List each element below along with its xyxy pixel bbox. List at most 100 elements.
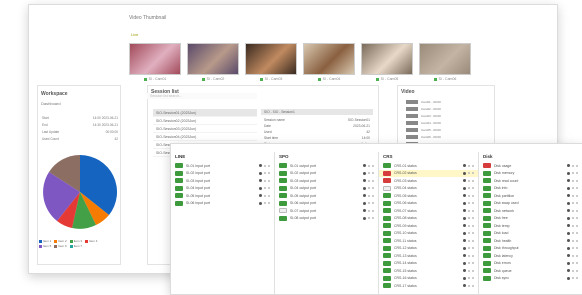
- dot-icon[interactable]: [372, 209, 374, 212]
- thumbnail-image[interactable]: [187, 43, 239, 75]
- row-controls[interactable]: [363, 194, 374, 198]
- dot-icon[interactable]: [268, 172, 270, 175]
- row-controls[interactable]: [259, 186, 270, 190]
- dot-icon[interactable]: [264, 179, 266, 182]
- power-icon[interactable]: [363, 179, 366, 183]
- power-icon[interactable]: [363, 164, 366, 168]
- row-controls[interactable]: [463, 171, 474, 175]
- status-row[interactable]: CRS-02 status: [379, 169, 478, 177]
- dot-icon[interactable]: [468, 179, 470, 182]
- power-icon[interactable]: [567, 261, 570, 265]
- row-controls[interactable]: [567, 209, 578, 213]
- power-icon[interactable]: [363, 186, 366, 190]
- dot-icon[interactable]: [468, 202, 470, 205]
- dot-icon[interactable]: [268, 202, 270, 205]
- power-icon[interactable]: [567, 276, 570, 280]
- power-icon[interactable]: [567, 194, 570, 198]
- dot-icon[interactable]: [472, 172, 474, 175]
- power-icon[interactable]: [363, 201, 366, 205]
- dot-icon[interactable]: [372, 172, 374, 175]
- thumbnail-image[interactable]: [245, 43, 297, 75]
- dot-icon[interactable]: [368, 209, 370, 212]
- status-row[interactable]: SI-06 output port: [275, 200, 378, 208]
- power-icon[interactable]: [463, 201, 466, 205]
- row-controls[interactable]: [363, 209, 374, 213]
- dot-icon[interactable]: [472, 269, 474, 272]
- dot-icon[interactable]: [468, 164, 470, 167]
- dot-icon[interactable]: [372, 164, 374, 167]
- row-controls[interactable]: [567, 231, 578, 235]
- power-icon[interactable]: [567, 224, 570, 228]
- status-row[interactable]: CRS-08 status: [379, 215, 478, 223]
- row-controls[interactable]: [567, 179, 578, 183]
- row-controls[interactable]: [463, 209, 474, 213]
- dot-icon[interactable]: [572, 262, 574, 265]
- power-icon[interactable]: [463, 194, 466, 198]
- dot-icon[interactable]: [372, 194, 374, 197]
- thumbnail-item[interactable]: SI - Cam02: [187, 43, 239, 81]
- dot-icon[interactable]: [472, 202, 474, 205]
- power-icon[interactable]: [363, 171, 366, 175]
- row-controls[interactable]: [363, 201, 374, 205]
- session-list-item[interactable]: SIO-Session02 (2023Jun): [153, 117, 257, 125]
- row-controls[interactable]: [463, 231, 474, 235]
- dot-icon[interactable]: [572, 232, 574, 235]
- power-icon[interactable]: [259, 201, 262, 205]
- thumbnail-image[interactable]: [361, 43, 413, 75]
- power-icon[interactable]: [567, 209, 570, 213]
- dot-icon[interactable]: [468, 209, 470, 212]
- row-controls[interactable]: [567, 261, 578, 265]
- row-controls[interactable]: [363, 171, 374, 175]
- dot-icon[interactable]: [572, 269, 574, 272]
- dot-icon[interactable]: [468, 284, 470, 287]
- dot-icon[interactable]: [472, 164, 474, 167]
- row-controls[interactable]: [463, 284, 474, 288]
- power-icon[interactable]: [463, 224, 466, 228]
- dot-icon[interactable]: [576, 179, 578, 182]
- status-row[interactable]: CRS-04 status: [379, 185, 478, 193]
- row-controls[interactable]: [463, 239, 474, 243]
- row-controls[interactable]: [567, 194, 578, 198]
- status-row[interactable]: Disk latency: [479, 252, 582, 260]
- dot-icon[interactable]: [472, 217, 474, 220]
- row-controls[interactable]: [567, 254, 578, 258]
- status-row[interactable]: SI-08 output port: [275, 215, 378, 223]
- video-list-item[interactable]: Cam05 - 00:00: [398, 126, 494, 133]
- dot-icon[interactable]: [576, 269, 578, 272]
- power-icon[interactable]: [259, 164, 262, 168]
- row-controls[interactable]: [363, 164, 374, 168]
- video-list-item[interactable]: Cam06 - 00:00: [398, 133, 494, 140]
- dot-icon[interactable]: [472, 232, 474, 235]
- dot-icon[interactable]: [576, 202, 578, 205]
- power-icon[interactable]: [363, 216, 366, 220]
- row-controls[interactable]: [567, 246, 578, 250]
- dot-icon[interactable]: [468, 269, 470, 272]
- dot-icon[interactable]: [572, 277, 574, 280]
- status-row[interactable]: CRS-12 status: [379, 245, 478, 253]
- thumbnail-item[interactable]: SI - Cam03: [245, 43, 297, 81]
- video-list-item[interactable]: Cam02 - 00:00: [398, 105, 494, 112]
- session-list-item[interactable]: SIO-Session01 (2023Jun): [153, 109, 257, 117]
- dot-icon[interactable]: [572, 239, 574, 242]
- status-row[interactable]: Disk throughput: [479, 245, 582, 253]
- dot-icon[interactable]: [572, 209, 574, 212]
- row-controls[interactable]: [567, 239, 578, 243]
- power-icon[interactable]: [567, 246, 570, 250]
- dot-icon[interactable]: [472, 277, 474, 280]
- power-icon[interactable]: [463, 179, 466, 183]
- status-row[interactable]: SI-03 input port: [171, 177, 274, 185]
- status-row[interactable]: Disk info: [479, 185, 582, 193]
- status-row[interactable]: Disk queue: [479, 267, 582, 275]
- row-controls[interactable]: [463, 216, 474, 220]
- power-icon[interactable]: [463, 216, 466, 220]
- status-row[interactable]: SI-02 input port: [171, 170, 274, 178]
- dot-icon[interactable]: [572, 194, 574, 197]
- video-list-item[interactable]: Cam04 - 00:00: [398, 119, 494, 126]
- power-icon[interactable]: [567, 231, 570, 235]
- dot-icon[interactable]: [264, 187, 266, 190]
- row-controls[interactable]: [567, 224, 578, 228]
- power-icon[interactable]: [363, 194, 366, 198]
- dot-icon[interactable]: [472, 254, 474, 257]
- power-icon[interactable]: [463, 231, 466, 235]
- row-controls[interactable]: [463, 269, 474, 273]
